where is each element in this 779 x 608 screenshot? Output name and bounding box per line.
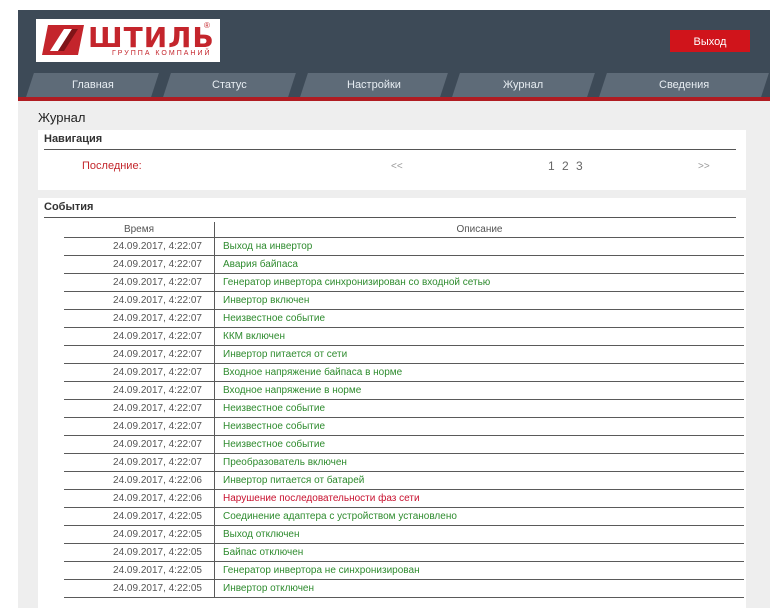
event-time: 24.09.2017, 4:22:07 — [64, 363, 215, 382]
page-numbers[interactable]: 1 2 3 — [548, 159, 585, 173]
next-page-link[interactable]: >> — [698, 161, 710, 172]
table-row: 24.09.2017, 4:22:05 Байпас отключен — [64, 543, 744, 562]
event-time: 24.09.2017, 4:22:07 — [64, 435, 215, 454]
event-description: Нарушение последовательности фаз сети — [214, 489, 744, 508]
column-header-time: Время — [64, 222, 215, 238]
table-row: 24.09.2017, 4:22:07 Неизвестное событие — [64, 435, 744, 454]
event-description: Входное напряжение в норме — [214, 381, 744, 400]
navigation-panel-title: Навигация — [44, 133, 103, 145]
tab-journal[interactable]: Журнал — [452, 73, 595, 97]
event-description: Соединение адаптера с устройством устано… — [214, 507, 744, 526]
event-description: Выход отключен — [214, 525, 744, 544]
table-row: 24.09.2017, 4:22:07 Неизвестное событие — [64, 417, 744, 436]
event-description: Инвертор включен — [214, 291, 744, 310]
page-title: Журнал — [38, 110, 86, 125]
event-time: 24.09.2017, 4:22:07 — [64, 453, 215, 472]
nav-accent-line — [18, 97, 770, 101]
column-header-description: Описание — [214, 222, 744, 238]
event-description: Инвертор отключен — [214, 579, 744, 598]
event-time: 24.09.2017, 4:22:05 — [64, 561, 215, 580]
event-description: Неизвестное событие — [214, 435, 744, 454]
navigation-panel: Навигация Последние: << 1 2 3 >> — [38, 130, 746, 190]
navigation-divider — [44, 149, 736, 150]
last-label: Последние: — [82, 160, 142, 172]
events-table-body: 24.09.2017, 4:22:07 Выход на инвертор 24.0… — [64, 237, 744, 598]
table-row: 24.09.2017, 4:22:07 Авария байпаса — [64, 255, 744, 274]
table-row: 24.09.2017, 4:22:07 Входное напряжение в … — [64, 381, 744, 400]
table-row: 24.09.2017, 4:22:06 Инвертор питается от … — [64, 471, 744, 490]
table-row: 24.09.2017, 4:22:05 Инвертор отключен — [64, 579, 744, 598]
event-time: 24.09.2017, 4:22:07 — [64, 291, 215, 310]
logo-registered-mark: ® — [204, 21, 210, 30]
table-row: 24.09.2017, 4:22:07 ККМ включен — [64, 327, 744, 346]
event-time: 24.09.2017, 4:22:06 — [64, 471, 215, 490]
event-time: 24.09.2017, 4:22:05 — [64, 543, 215, 562]
tab-main[interactable]: Главная — [26, 73, 159, 97]
tab-main-label: Главная — [71, 79, 114, 91]
event-description: Преобразователь включен — [214, 453, 744, 472]
event-description: Неизвестное событие — [214, 309, 744, 328]
table-row: 24.09.2017, 4:22:07 Инвертор питается от … — [64, 345, 744, 364]
event-description: Генератор инвертора синхронизирован со в… — [214, 273, 744, 292]
logo-subtext: ГРУППА КОМПАНИЙ — [112, 50, 212, 57]
events-table: Время Описание 24.09.2017, 4:22:07 Выход … — [64, 222, 744, 598]
event-time: 24.09.2017, 4:22:06 — [64, 489, 215, 508]
event-description: Неизвестное событие — [214, 417, 744, 436]
table-row: 24.09.2017, 4:22:07 Выход на инвертор — [64, 237, 744, 256]
event-time: 24.09.2017, 4:22:07 — [64, 399, 215, 418]
tab-status[interactable]: Статус — [163, 73, 296, 97]
event-description: Входное напряжение байпаса в норме — [214, 363, 744, 382]
event-description: Байпас отключен — [214, 543, 744, 562]
logout-button[interactable]: Выход — [670, 30, 750, 52]
table-row: 24.09.2017, 4:22:05 Генератор инвертора н… — [64, 561, 744, 580]
tab-info-label: Сведения — [658, 79, 710, 91]
event-time: 24.09.2017, 4:22:07 — [64, 309, 215, 328]
main-nav: Главная Статус Настройки Журнал Сведения — [18, 68, 770, 97]
table-row: 24.09.2017, 4:22:07 Неизвестное событие — [64, 399, 744, 418]
event-time: 24.09.2017, 4:22:05 — [64, 579, 215, 598]
event-time: 24.09.2017, 4:22:07 — [64, 345, 215, 364]
event-time: 24.09.2017, 4:22:07 — [64, 417, 215, 436]
app-window: ШТИЛЬ ® ГРУППА КОМПАНИЙ Выход Главная Ст… — [18, 10, 770, 608]
event-time: 24.09.2017, 4:22:07 — [64, 381, 215, 400]
event-description: ККМ включен — [214, 327, 744, 346]
event-description: Выход на инвертор — [214, 237, 744, 256]
table-row: 24.09.2017, 4:22:05 Выход отключен — [64, 525, 744, 544]
event-description: Инвертор питается от батарей — [214, 471, 744, 490]
tab-settings-label: Настройки — [347, 79, 401, 91]
tab-settings[interactable]: Настройки — [300, 73, 448, 97]
event-description: Инвертор питается от сети — [214, 345, 744, 364]
prev-page-link[interactable]: << — [391, 161, 403, 172]
event-time: 24.09.2017, 4:22:07 — [64, 327, 215, 346]
table-row: 24.09.2017, 4:22:07 Генератор инвертора с… — [64, 273, 744, 292]
table-row: 24.09.2017, 4:22:07 Входное напряжение ба… — [64, 363, 744, 382]
event-description: Неизвестное событие — [214, 399, 744, 418]
table-row: 24.09.2017, 4:22:07 Инвертор включен — [64, 291, 744, 310]
events-panel-title: События — [44, 201, 94, 213]
tab-status-label: Статус — [212, 79, 247, 91]
events-divider — [44, 217, 736, 218]
table-row: 24.09.2017, 4:22:06 Нарушение последовате… — [64, 489, 744, 508]
header: ШТИЛЬ ® ГРУППА КОМПАНИЙ Выход — [18, 10, 770, 68]
event-time: 24.09.2017, 4:22:07 — [64, 255, 215, 274]
event-time: 24.09.2017, 4:22:05 — [64, 507, 215, 526]
table-row: 24.09.2017, 4:22:07 Неизвестное событие — [64, 309, 744, 328]
event-time: 24.09.2017, 4:22:07 — [64, 273, 215, 292]
company-logo: ШТИЛЬ ® ГРУППА КОМПАНИЙ — [36, 19, 220, 62]
tab-info[interactable]: Сведения — [599, 73, 769, 97]
event-description: Авария байпаса — [214, 255, 744, 274]
logo-mark-icon — [42, 25, 84, 55]
event-time: 24.09.2017, 4:22:05 — [64, 525, 215, 544]
table-header-row: Время Описание — [64, 222, 744, 238]
tab-journal-label: Журнал — [503, 79, 544, 91]
table-row: 24.09.2017, 4:22:05 Соединение адаптера с… — [64, 507, 744, 526]
event-time: 24.09.2017, 4:22:07 — [64, 237, 215, 256]
events-panel: События Время Описание 24.09.2017, 4:22:… — [38, 198, 746, 608]
table-row: 24.09.2017, 4:22:07 Преобразователь включ… — [64, 453, 744, 472]
event-description: Генератор инвертора не синхронизирован — [214, 561, 744, 580]
